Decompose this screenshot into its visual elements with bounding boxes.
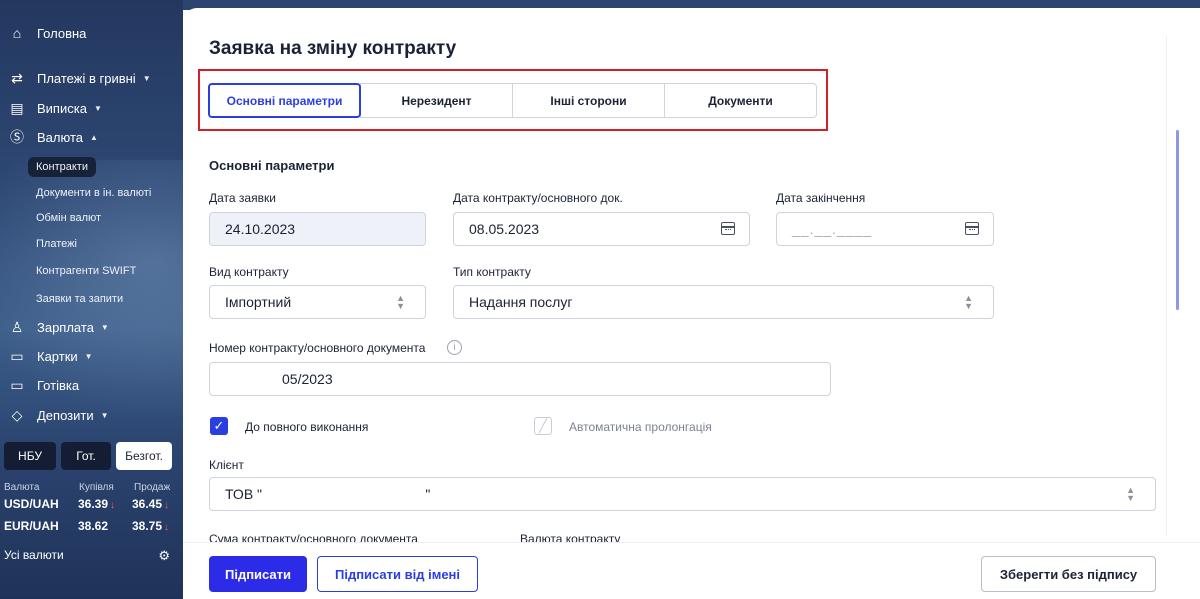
tab-main-parameters[interactable]: Основні параметри [208,83,361,118]
contract-date-label: Дата контракту/основного док. [453,191,623,205]
home-icon: ⌂ [12,25,22,41]
calendar-icon[interactable] [965,222,979,235]
subnav-payments[interactable]: Платежі [28,234,85,254]
rates-tab-cash[interactable]: Гот. [61,442,111,470]
nav-item-cards[interactable]: ▭ Картки ▼ [8,345,93,367]
rate-buy: 36.39 ↓ [78,497,116,511]
rates-tab-nbu[interactable]: НБУ [4,442,56,470]
end-date-field[interactable]: __.__.____ [776,212,994,246]
nav-item-label: Депозити [37,407,94,423]
chevron-up-icon: ▲ [90,132,98,142]
select-arrows-icon: ▲ ▼ [396,293,405,311]
statement-icon: ▤ [10,99,24,116]
save-without-sign-button[interactable]: Зберегти без підпису [981,556,1156,592]
contract-date-field[interactable]: 08.05.2023 [453,212,750,246]
rate-sell: 36.45 ↓ [132,497,170,511]
client-label: Клієнт [209,458,244,472]
rate-buy: 38.62 [78,519,109,533]
arrow-down-icon: ↓ [164,500,170,511]
contract-type-label: Тип контракту [453,265,531,279]
subnav-fx-documents[interactable]: Документи в ін. валюті [28,183,159,203]
contract-kind-value: Імпортний [225,294,292,310]
tab-nonresident[interactable]: Нерезидент [360,83,513,118]
contract-kind-select[interactable]: Імпортний ▲ ▼ [209,285,426,319]
tab-other-parties[interactable]: Інші сторони [512,83,665,118]
nav-item-currency[interactable]: Ⓢ Валюта ▲ [8,126,98,148]
gear-icon[interactable]: ⚙ [158,548,170,564]
chevron-down-icon: ▼ [100,322,109,332]
contract-number-label: Номер контракту/основного документа [209,341,426,355]
nav-item-statement[interactable]: ▤ Виписка ▼ [8,97,102,119]
rates-tab-noncash[interactable]: Безгот. [116,442,172,470]
arrow-down-icon: ↓ [164,522,170,533]
contract-type-select[interactable]: Надання послуг ▲ ▼ [453,285,994,319]
rate-sell: 38.75 ↓ [132,519,170,533]
contract-type-value: Надання послуг [469,294,573,310]
tab-documents[interactable]: Документи [664,83,817,118]
rate-pair: EUR/UAH [4,519,59,533]
contract-kind-label: Вид контракту [209,265,289,279]
nav-item-cash[interactable]: ▭ Готівка [8,374,79,396]
people-icon: ♙ [10,318,24,335]
nav-item-hryvnia-payments[interactable]: ⇄ Платежі в гривні ▼ [8,67,151,89]
nav-item-deposits[interactable]: ◇ Депозити ▼ [8,404,109,426]
scrollbar-thumb[interactable] [1176,130,1179,310]
all-currencies-label: Усі валюти [4,548,64,562]
full-execution-checkbox[interactable]: ✓ [210,417,228,435]
select-arrows-icon: ▲ ▼ [1126,485,1135,503]
scroll-track [1166,36,1167,536]
subnav-contracts[interactable]: Контракти [28,157,96,177]
section-title: Основні параметри [209,158,335,173]
sign-on-behalf-button[interactable]: Підписати від імені [317,556,478,592]
transfer-icon: ⇄ [11,69,23,86]
sidebar: ⌂ Головна ⇄ Платежі в гривні ▼ ▤ Виписка… [0,0,183,599]
main-panel: Заявка на зміну контракту Основні параме… [183,8,1200,599]
nav-item-label: Готівка [37,377,80,393]
auto-prolongation-label: Автоматична пролонгація [569,420,712,434]
page-title: Заявка на зміну контракту [209,38,457,59]
rates-header-sell: Продаж [134,482,171,493]
deposit-icon: ◇ [11,406,23,423]
request-date-label: Дата заявки [209,191,276,205]
full-execution-label: До повного виконання [245,420,369,434]
tabs: Основні параметри Нерезидент Інші сторон… [208,83,817,118]
currency-icon: Ⓢ [10,129,24,145]
nav-item-label: Зарплата [37,319,94,335]
card-icon: ▭ [10,347,24,364]
subnav-fx-exchange[interactable]: Обмін валют [28,208,109,228]
rate-pair: USD/UAH [4,497,59,511]
rates-header-currency: Валюта [4,482,40,493]
contract-number-field[interactable]: 05/2023 [209,362,831,396]
auto-prolongation-checkbox: ╱ [534,417,552,435]
end-date-placeholder: __.__.____ [792,221,873,237]
chevron-down-icon: ▼ [142,73,151,83]
client-select[interactable]: ТОВ " " ▲ ▼ [209,477,1156,511]
nav-item-label: Картки [37,348,78,364]
all-currencies-link[interactable]: Усі валюти ⚙ [4,548,176,564]
nav-item-salary[interactable]: ♙ Зарплата ▼ [8,316,109,338]
cash-icon: ▭ [10,376,24,393]
request-date-field: 24.10.2023 [209,212,426,246]
arrow-down-icon: ↓ [110,500,116,511]
nav-item-label: Головна [37,25,87,41]
nav-item-home[interactable]: ⌂ Головна [8,22,87,44]
nav-item-label: Платежі в гривні [37,70,136,86]
calendar-icon[interactable] [721,222,735,235]
nav-item-label: Виписка [37,100,87,116]
footer-actions: Підписати Підписати від імені Зберегти б… [183,542,1200,599]
subnav-requests[interactable]: Заявки та запити [28,289,131,309]
nav-item-label: Валюта [37,129,83,145]
end-date-label: Дата закінчення [776,191,866,205]
select-arrows-icon: ▲ ▼ [964,293,973,311]
info-icon[interactable]: i [447,340,462,355]
subnav-swift-counterparties[interactable]: Контрагенти SWIFT [28,261,144,281]
sign-button[interactable]: Підписати [209,556,307,592]
rates-tabs: НБУ Гот. Безгот. [4,442,172,470]
chevron-down-icon: ▼ [84,351,93,361]
client-value: ТОВ " " [225,486,431,502]
chevron-down-icon: ▼ [100,410,109,420]
chevron-down-icon: ▼ [93,103,102,113]
rates-header-buy: Купівля [79,482,114,493]
contract-date-value: 08.05.2023 [469,221,540,237]
